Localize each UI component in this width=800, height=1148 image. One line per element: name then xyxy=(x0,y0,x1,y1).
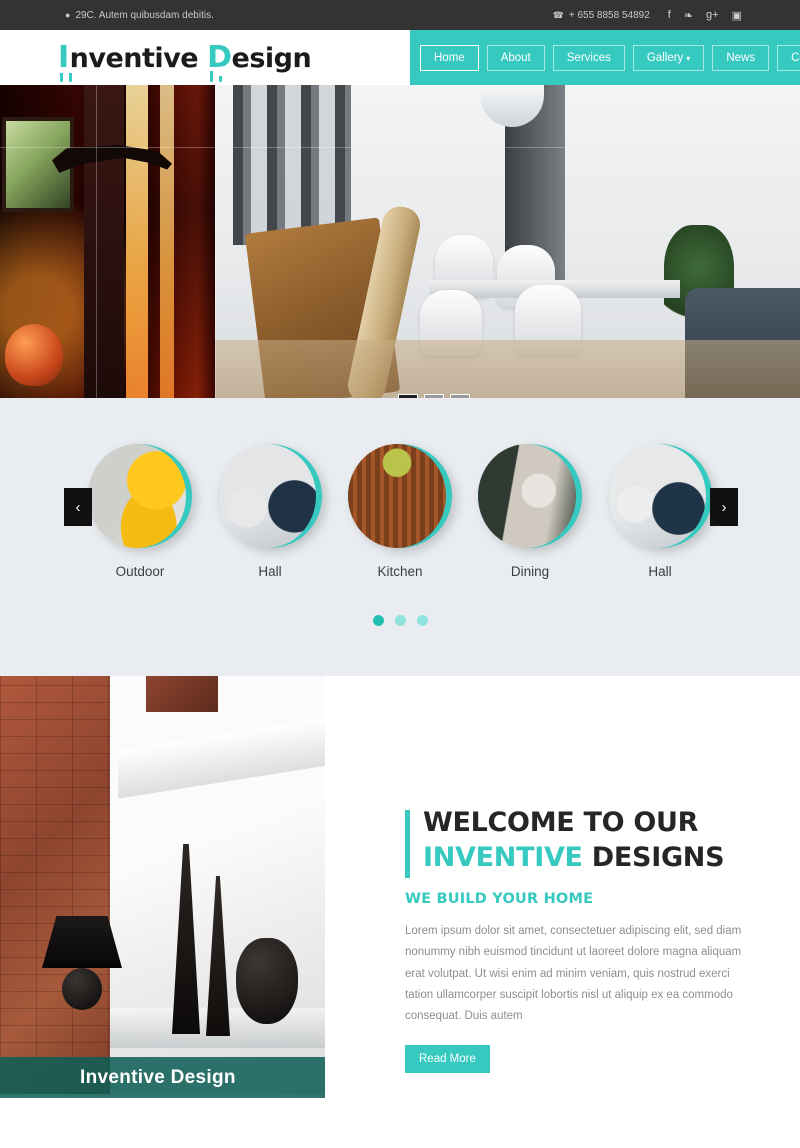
heading-rest-word: DESIGNS xyxy=(591,841,725,873)
welcome-image-caption: Inventive Design xyxy=(0,1057,325,1098)
category-carousel: Outdoor Hall Kitchen Dining Hall xyxy=(0,398,800,676)
phone-text: + 655 8858 54892 xyxy=(568,9,650,21)
logo-drip-icon xyxy=(60,73,63,82)
carousel-photo-outdoor xyxy=(88,444,186,548)
carousel-dot-indicators[interactable] xyxy=(0,615,800,626)
black-lamp-base xyxy=(62,968,102,1010)
carousel-label: Dining xyxy=(510,564,550,579)
hero-indicator-2[interactable] xyxy=(424,394,444,398)
address-block: ● 29C. Autem quibusdam debitis. xyxy=(65,10,214,21)
phone-block[interactable]: ☎ + 655 8858 54892 xyxy=(553,10,650,21)
welcome-image xyxy=(0,676,325,1094)
carousel-label: Hall xyxy=(648,564,672,579)
carousel-label: Hall xyxy=(258,564,282,579)
site-header: I nventive D esign Home About Services G… xyxy=(0,30,800,85)
hero-image-right xyxy=(215,85,800,398)
carousel-dot-1[interactable] xyxy=(372,615,384,626)
carousel-thumb[interactable] xyxy=(478,444,582,548)
main-navigation: Home About Services Gallery▾ News Contac… xyxy=(410,30,800,85)
wall-opening xyxy=(146,676,218,712)
site-logo[interactable]: I nventive D esign xyxy=(58,40,312,82)
logo-drip-icon xyxy=(219,76,223,82)
nav-item-news[interactable]: News xyxy=(712,44,770,71)
round-black-vase xyxy=(236,938,298,1024)
hero-round-object xyxy=(5,324,63,386)
accent-bar xyxy=(405,810,410,878)
top-bar: ● 29C. Autem quibusdam debitis. ☎ + 655 … xyxy=(0,0,800,30)
nav-item-contact[interactable]: Contact xyxy=(777,44,800,71)
logo-word-one: nventive xyxy=(69,43,199,74)
carousel-thumb[interactable] xyxy=(348,444,452,548)
carousel-item-hall-2[interactable]: Hall xyxy=(604,444,716,579)
address-text: 29C. Autem quibusdam debitis. xyxy=(75,9,214,21)
carousel-photo-dining xyxy=(478,444,576,548)
twitter-icon[interactable]: ❧ xyxy=(684,9,693,22)
carousel-item-kitchen[interactable]: Kitchen xyxy=(344,444,456,579)
logo-cap-d: D xyxy=(207,40,232,82)
carousel-label: Kitchen xyxy=(377,564,423,579)
nav-item-services[interactable]: Services xyxy=(552,44,625,71)
carousel-photo-hall xyxy=(218,444,316,548)
brick-wall xyxy=(0,676,110,1094)
read-more-button[interactable]: Read More xyxy=(405,1045,490,1074)
hero-indicator-1[interactable] xyxy=(398,394,418,398)
hero-grid-line xyxy=(96,85,97,398)
hero-image-left xyxy=(0,85,215,398)
hero-slider-indicators[interactable] xyxy=(398,394,470,398)
carousel-track: Outdoor Hall Kitchen Dining Hall xyxy=(0,398,800,579)
logo-drip-icon xyxy=(210,71,214,82)
social-links: f ❧ g+ ▣ xyxy=(668,9,742,22)
facebook-icon[interactable]: f xyxy=(668,9,671,21)
google-plus-icon[interactable]: g+ xyxy=(706,9,719,21)
hero-indicator-3[interactable] xyxy=(450,394,470,398)
phone-icon: ☎ xyxy=(552,9,564,20)
heading-accent-word: INVENTIVE xyxy=(423,841,583,873)
hero-slider[interactable] xyxy=(0,85,800,398)
logo-word-two: esign xyxy=(231,43,312,74)
carousel-dot-2[interactable] xyxy=(394,615,406,626)
hero-grid-line xyxy=(0,147,800,148)
nav-item-home[interactable]: Home xyxy=(420,44,479,71)
hero-dark-column xyxy=(84,85,124,398)
carousel-photo-hall-2 xyxy=(608,444,706,548)
hero-light-stripe xyxy=(126,85,148,398)
carousel-label: Outdoor xyxy=(115,564,165,579)
chevron-down-icon: ▾ xyxy=(686,53,691,63)
welcome-text-block: WELCOME TO OUR INVENTIVE DESIGNS WE BUIL… xyxy=(405,806,753,1074)
carousel-thumb[interactable] xyxy=(218,444,322,548)
page-title: WELCOME TO OUR INVENTIVE DESIGNS xyxy=(405,806,753,875)
hero-grid-line xyxy=(215,85,216,398)
welcome-paragraph: Lorem ipsum dolor sit amet, consectetuer… xyxy=(405,925,742,1023)
hero-curtain xyxy=(233,85,351,245)
nav-item-about[interactable]: About xyxy=(486,44,545,71)
logo-cap-d-letter: D xyxy=(207,40,232,75)
hero-light-stripe xyxy=(160,85,174,398)
carousel-prev-button[interactable]: ‹ xyxy=(64,488,92,526)
logo-drip-icon xyxy=(69,73,72,82)
logo-cap-i-letter: I xyxy=(58,40,69,75)
carousel-next-button[interactable]: › xyxy=(710,488,738,526)
carousel-photo-kitchen xyxy=(348,444,446,548)
hero-floor xyxy=(215,340,800,398)
carousel-item-dining[interactable]: Dining xyxy=(474,444,586,579)
carousel-item-outdoor[interactable]: Outdoor xyxy=(84,444,196,579)
topbar-right: ☎ + 655 8858 54892 f ❧ g+ ▣ xyxy=(553,9,742,22)
carousel-thumb[interactable] xyxy=(608,444,712,548)
logo-wrapper[interactable]: I nventive D esign xyxy=(0,30,410,85)
map-pin-icon: ● xyxy=(65,10,71,20)
nav-item-gallery[interactable]: Gallery ▾ xyxy=(632,44,705,71)
instagram-icon[interactable]: ▣ xyxy=(732,9,742,22)
logo-cap-i: I xyxy=(58,40,72,82)
carousel-item-hall[interactable]: Hall xyxy=(214,444,326,579)
carousel-thumb[interactable] xyxy=(88,444,192,548)
welcome-subheading: WE BUILD YOUR HOME xyxy=(405,891,594,908)
heading-line-one: WELCOME TO OUR xyxy=(423,807,699,838)
carousel-dot-3[interactable] xyxy=(416,615,428,626)
nav-item-gallery-label: Gallery xyxy=(646,51,684,64)
